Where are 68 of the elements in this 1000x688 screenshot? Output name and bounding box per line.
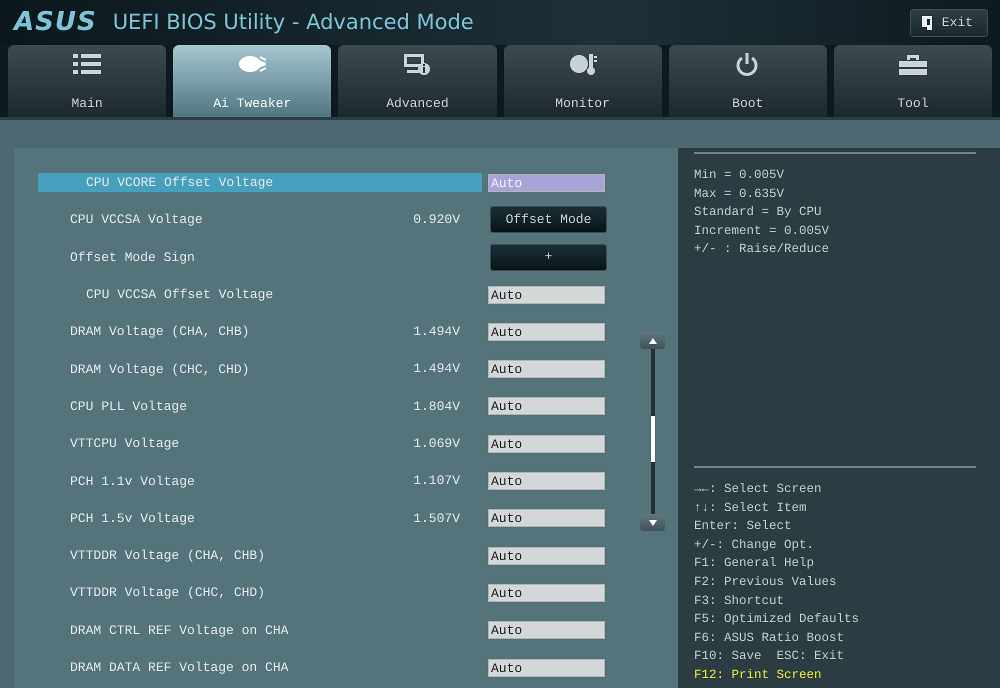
- setting-label[interactable]: PCH 1.5v Voltage: [38, 508, 360, 528]
- tab[interactable]: Boot: [668, 45, 827, 117]
- setting-label[interactable]: PCH 1.1v Voltage: [38, 472, 360, 491]
- setting-label[interactable]: VTTDDR Voltage (CHC, CHD): [38, 583, 482, 602]
- tab[interactable]: Main: [8, 45, 166, 117]
- value-field[interactable]: Auto: [488, 472, 605, 490]
- brand-logo: ASUS: [14, 6, 97, 39]
- setting-label[interactable]: DRAM CTRL REF Voltage on CHA: [38, 620, 482, 640]
- key-hint: →←: Select Screen: [694, 481, 823, 498]
- value-field[interactable]: Auto: [488, 621, 605, 640]
- tab[interactable]: Monitor: [504, 45, 662, 117]
- up-triangle-icon: [648, 338, 656, 344]
- voltage-reading: 0.920V: [412, 211, 460, 230]
- down-triangle-icon: [648, 520, 656, 526]
- scroll-up-button[interactable]: [640, 332, 665, 349]
- key-hint: Enter: Select: [694, 518, 793, 536]
- key-hint: F3: Shortcut: [694, 592, 786, 610]
- voltage-reading: 1.069V: [412, 434, 460, 453]
- setting-label[interactable]: DRAM DATA REF Voltage on CHA: [38, 658, 482, 677]
- key-hint: F1: General Help: [694, 555, 816, 572]
- key-hint: F6: ASUS Ratio Boost: [694, 630, 846, 647]
- option-button[interactable]: +: [490, 244, 607, 271]
- scrollbar-thumb[interactable]: [650, 416, 654, 462]
- tab[interactable]: Advanced: [338, 45, 497, 117]
- help-text: Increment = 0.005V: [694, 222, 830, 240]
- key-hint: F10: Save ESC: Exit: [694, 648, 846, 666]
- computer-info-icon: [403, 53, 432, 76]
- value-field[interactable]: Auto: [488, 434, 605, 453]
- value-field[interactable]: Auto: [488, 584, 605, 602]
- setting-label[interactable]: VTTCPU Voltage: [38, 434, 360, 454]
- voltage-reading: 1.494V: [412, 323, 460, 342]
- door-icon: [920, 14, 934, 30]
- voltage-reading: 1.507V: [412, 510, 460, 528]
- value-field[interactable]: Auto: [488, 658, 605, 676]
- tab[interactable]: Ai Tweaker: [173, 45, 332, 117]
- value-field[interactable]: Auto: [488, 322, 605, 341]
- help-text: Max = 0.635V: [694, 186, 786, 203]
- key-hint: F5: Optimized Defaults: [694, 611, 860, 628]
- value-field[interactable]: Auto: [488, 360, 605, 378]
- setting-label[interactable]: VTTDDR Voltage (CHA, CHB): [38, 546, 482, 566]
- value-field[interactable]: Auto: [488, 509, 605, 528]
- setting-label[interactable]: DRAM Voltage (CHC, CHD): [38, 360, 360, 379]
- help-text: +/- : Raise/Reduce: [694, 241, 830, 258]
- voltage-reading: 1.107V: [412, 472, 460, 490]
- key-hint: +/-: Change Opt.: [694, 536, 816, 554]
- voltage-reading: 1.804V: [412, 398, 460, 416]
- value-field[interactable]: Auto: [488, 397, 605, 416]
- value-field[interactable]: Auto: [488, 286, 605, 304]
- key-hint: F12: Print Screen: [694, 666, 823, 684]
- thermometer-icon: [568, 53, 597, 76]
- value-field[interactable]: Auto: [488, 546, 605, 565]
- help-text: Min = 0.005V: [694, 167, 786, 184]
- voltage-reading: 1.494V: [412, 360, 460, 378]
- key-hint: ↑↓: Select Item: [694, 500, 808, 517]
- setting-label[interactable]: CPU VCCSA Voltage: [38, 210, 360, 230]
- window-title: UEFI BIOS Utility - Advanced Mode: [112, 8, 474, 36]
- tab[interactable]: Tool: [834, 45, 992, 117]
- setting-label[interactable]: Offset Mode Sign: [38, 248, 482, 267]
- list-icon: [73, 53, 102, 76]
- setting-label[interactable]: DRAM Voltage (CHA, CHB): [38, 322, 360, 342]
- exit-button[interactable]: Exit: [910, 8, 988, 36]
- setting-label[interactable]: CPU VCCSA Offset Voltage: [38, 285, 482, 304]
- scroll-down-button[interactable]: [640, 514, 665, 531]
- setting-label[interactable]: CPU PLL Voltage: [38, 396, 360, 416]
- option-button[interactable]: Offset Mode: [490, 206, 607, 234]
- key-hint: F2: Previous Values: [694, 574, 838, 591]
- help-text: Standard = By CPU: [694, 204, 823, 222]
- toolbox-icon: [898, 53, 927, 76]
